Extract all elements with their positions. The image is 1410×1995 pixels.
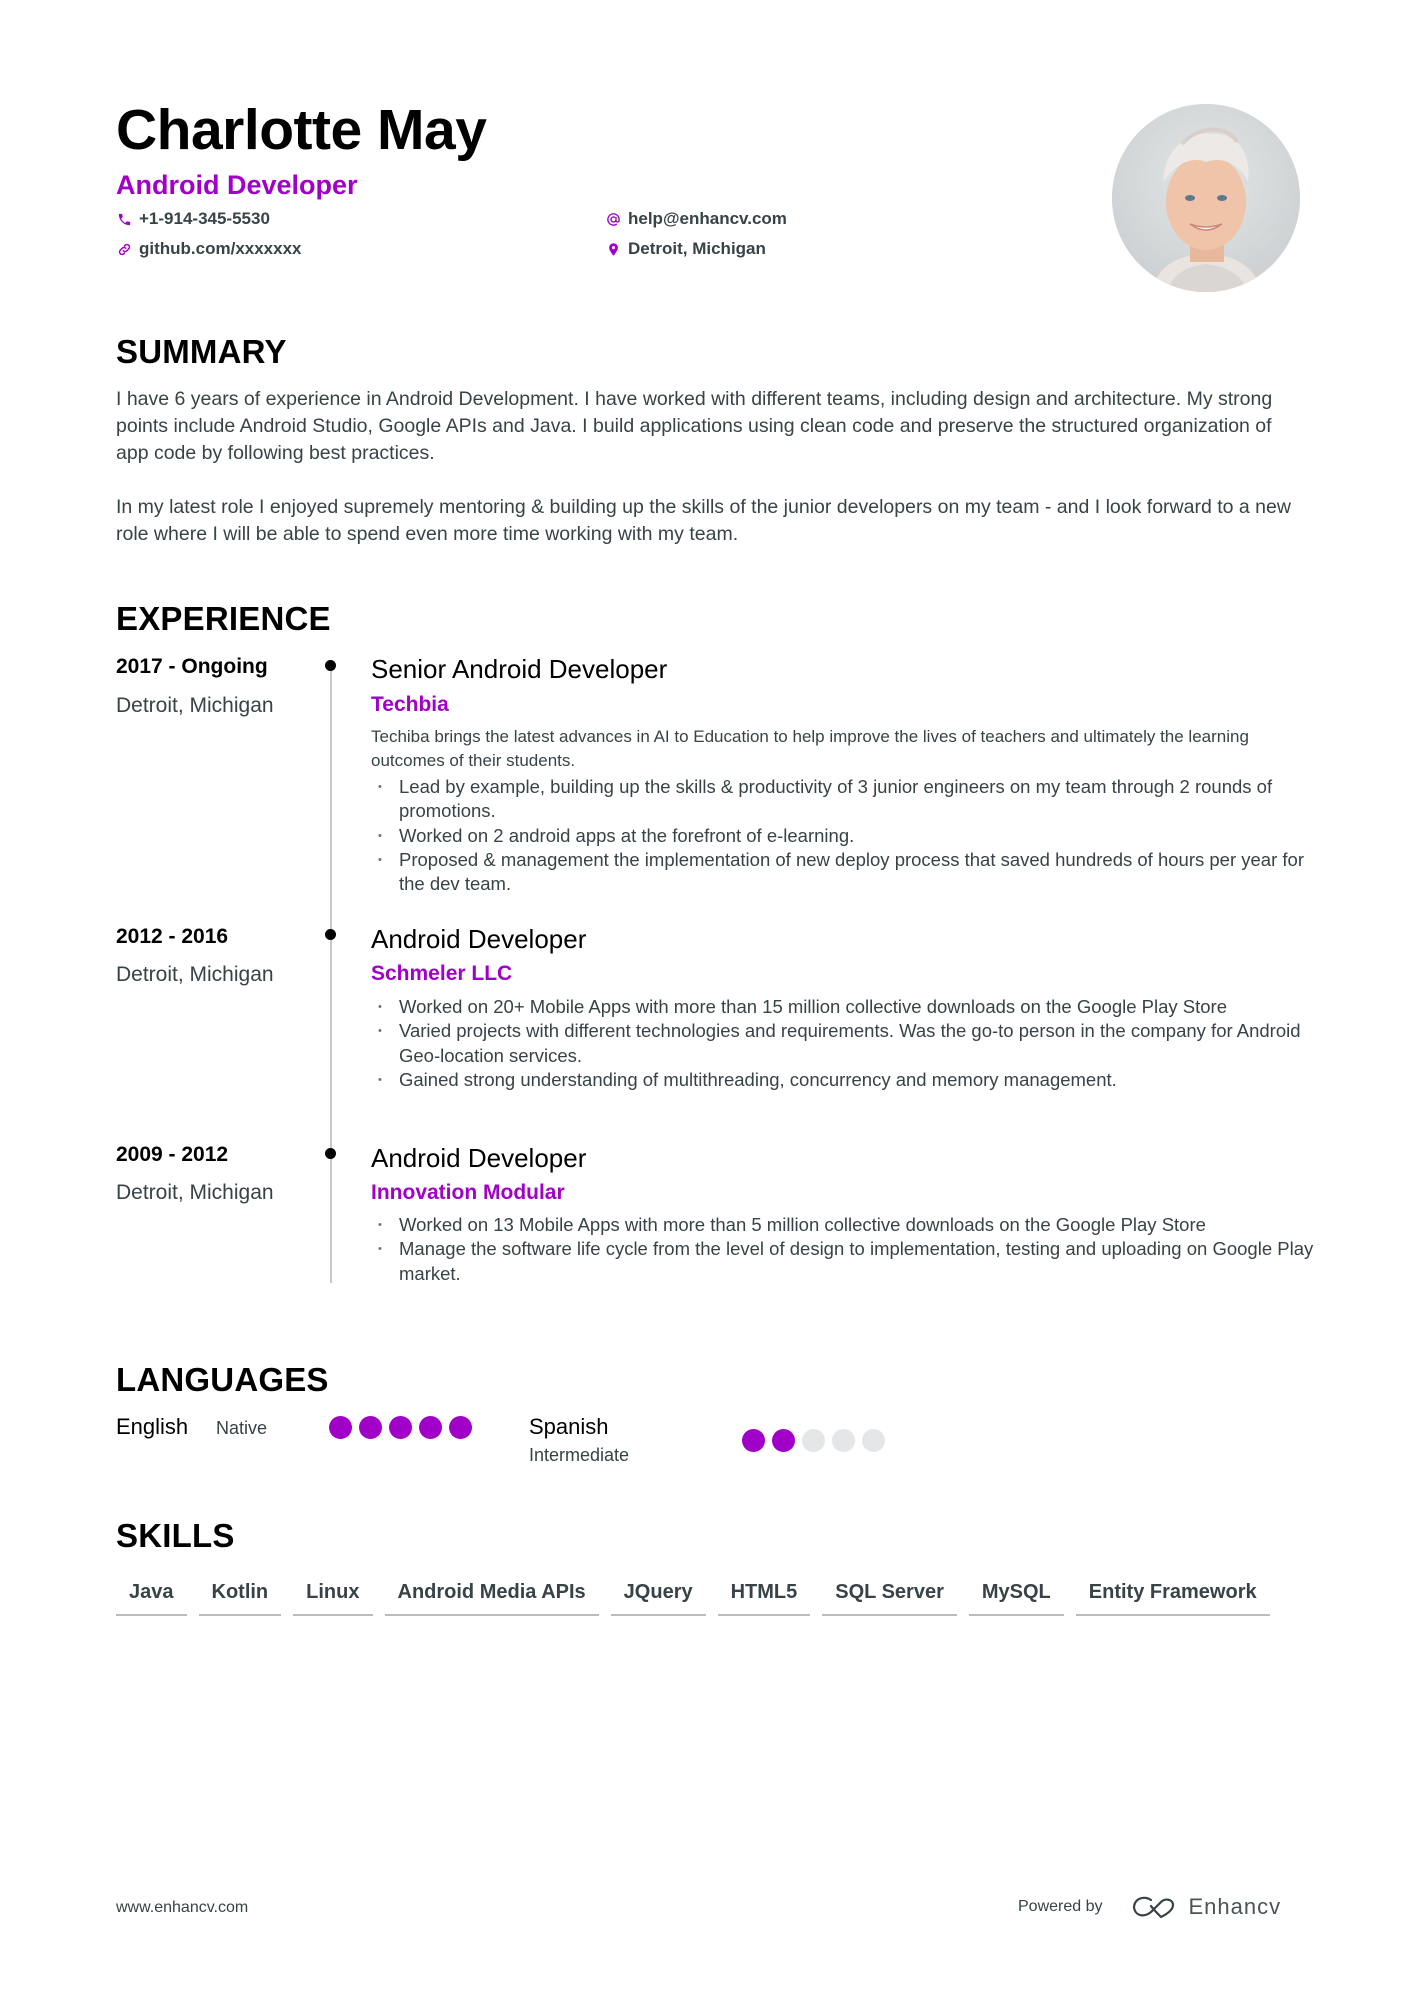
language-level: Native (216, 1418, 268, 1438)
phone-text[interactable]: +1-914-345-5530 (139, 208, 270, 230)
rating-dot-filled (449, 1416, 472, 1439)
entry-job-title: Android Developer (371, 924, 587, 954)
at-sign-icon (605, 211, 621, 227)
bullet-item: Lead by example, building up the skills … (371, 775, 1316, 824)
bullet-item: Worked on 13 Mobile Apps with more than … (371, 1213, 1316, 1238)
entry-bullets: Lead by example, building up the skills … (371, 775, 1316, 896)
language-level: Intermediate (529, 1445, 630, 1465)
bullet-item: Gained strong understanding of multithre… (371, 1068, 1316, 1093)
summary-paragraph-2: In my latest role I enjoyed supremely me… (116, 496, 1291, 545)
skill-tag: Java (116, 1574, 187, 1616)
entry-dates: 2009 - 2012 (116, 1143, 229, 1166)
entry-company: Innovation Modular (371, 1181, 565, 1204)
enhancv-logo-icon (1132, 1896, 1174, 1919)
brand-name: Enhancv (1188, 1894, 1282, 1919)
skill-tag: JQuery (610, 1574, 706, 1616)
contact-github: github.com/xxxxxxx (116, 238, 302, 260)
candidate-title: Android Developer (116, 170, 358, 200)
phone-icon (116, 211, 132, 227)
rating-dot-empty (832, 1429, 855, 1452)
location-text: Detroit, Michigan (628, 239, 766, 258)
entry-bullets: Worked on 13 Mobile Apps with more than … (371, 1213, 1316, 1286)
brand-logo[interactable]: Enhancv (1131, 1894, 1282, 1920)
skills-heading: SKILLS (116, 1517, 235, 1554)
bullet-item: Varied projects with different technolog… (371, 1019, 1316, 1068)
entry-job-title: Android Developer (371, 1143, 587, 1173)
rating-dot-filled (389, 1416, 412, 1439)
footer-branding: Powered by Enhancv (1018, 1894, 1281, 1920)
summary-paragraph-1: I have 6 years of experience in Android … (116, 388, 1273, 464)
bullet-item: Manage the software life cycle from the … (371, 1237, 1316, 1286)
github-text[interactable]: github.com/xxxxxxx (139, 238, 302, 260)
entry-dates: 2017 - Ongoing (116, 655, 268, 678)
language-name: Spanish (529, 1414, 609, 1439)
entry-location: Detroit, Michigan (116, 963, 274, 986)
skill-tag: Kotlin (198, 1574, 282, 1616)
entry-bullets: Worked on 20+ Mobile Apps with more than… (371, 995, 1316, 1092)
rating-dot-filled (329, 1416, 352, 1439)
contact-email: help@enhancv.com (605, 208, 787, 230)
email-text[interactable]: help@enhancv.com (628, 208, 787, 230)
rating-dot-filled (742, 1429, 765, 1452)
summary-heading: SUMMARY (116, 333, 287, 370)
skill-tag: Entity Framework (1075, 1574, 1270, 1616)
profile-photo-illustration (1112, 104, 1300, 292)
timeline-dot (325, 929, 336, 940)
profile-photo (1112, 104, 1300, 292)
rating-dot-filled (772, 1429, 795, 1452)
link-icon (116, 241, 132, 257)
bullet-item: Proposed & management the implementation… (371, 848, 1316, 897)
timeline-dot (325, 660, 336, 671)
skill-tag: Linux (293, 1574, 373, 1616)
timeline-line (330, 665, 332, 1283)
bullet-item: Worked on 2 android apps at the forefron… (371, 824, 1316, 849)
location-pin-icon (605, 241, 621, 257)
contact-location: Detroit, Michigan (605, 238, 766, 260)
experience-heading: EXPERIENCE (116, 600, 331, 637)
skills-list: Java Kotlin Linux Android Media APIs JQuery H… (116, 1574, 1316, 1616)
skill-tag: MySQL (968, 1574, 1064, 1616)
entry-dates: 2012 - 2016 (116, 925, 229, 948)
entry-location: Detroit, Michigan (116, 694, 274, 717)
rating-dot-filled (419, 1416, 442, 1439)
timeline-dot (325, 1148, 336, 1159)
language-rating (329, 1416, 472, 1439)
entry-company: Schmeler LLC (371, 962, 513, 985)
entry-location: Detroit, Michigan (116, 1181, 274, 1204)
entry-company: Techbia (371, 693, 449, 716)
language-name: English (116, 1414, 189, 1439)
bullet-item: Worked on 20+ Mobile Apps with more than… (371, 995, 1316, 1020)
rating-dot-empty (862, 1429, 885, 1452)
contact-phone: +1-914-345-5530 (116, 208, 270, 230)
skill-tag: HTML5 (717, 1574, 811, 1616)
entry-description: Techiba brings the latest advances in AI… (371, 727, 1249, 770)
powered-by-label: Powered by (1018, 1898, 1103, 1915)
footer-website[interactable]: www.enhancv.com (116, 1898, 248, 1918)
skill-tag: SQL Server (822, 1574, 957, 1616)
rating-dot-empty (802, 1429, 825, 1452)
rating-dot-filled (359, 1416, 382, 1439)
language-rating (742, 1429, 885, 1452)
languages-heading: LANGUAGES (116, 1361, 329, 1398)
candidate-name: Charlotte May (116, 98, 487, 162)
entry-job-title: Senior Android Developer (371, 654, 668, 684)
skill-tag: Android Media APIs (384, 1574, 599, 1616)
